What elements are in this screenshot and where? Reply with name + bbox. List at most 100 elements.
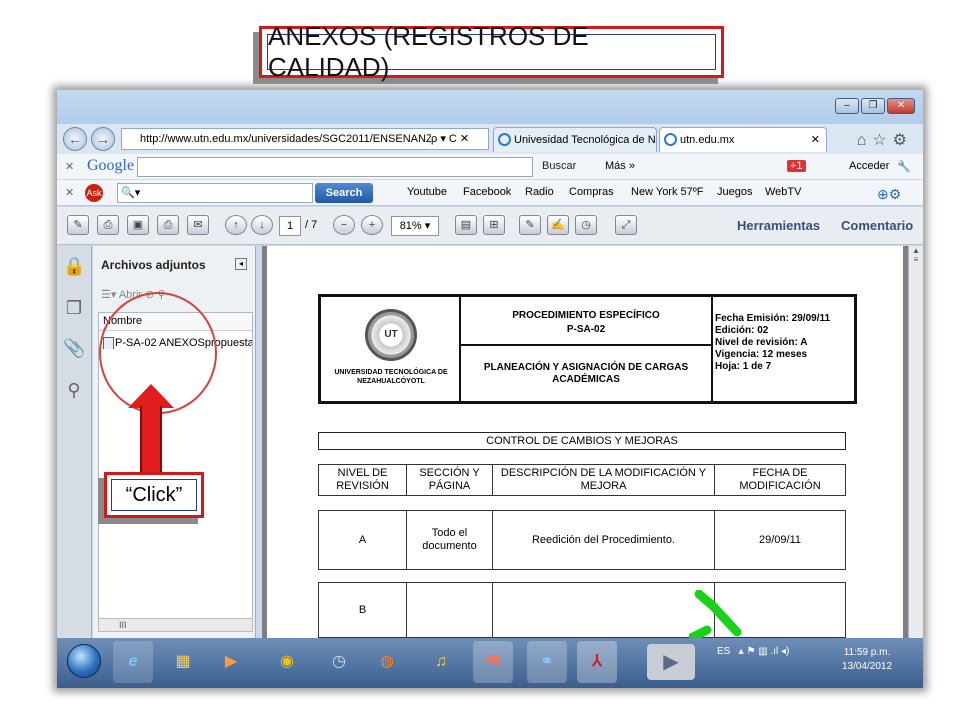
close-toolbar-icon[interactable]: ✕ xyxy=(65,160,74,173)
taskbar-clock[interactable]: 11:59 p.m. 13/04/2012 xyxy=(827,646,907,674)
comment-button[interactable]: Comentario xyxy=(841,218,913,233)
tools-button[interactable]: Herramientas xyxy=(737,218,820,233)
pages-icon[interactable]: ❐ xyxy=(63,298,85,320)
language-indicator[interactable]: ES xyxy=(717,646,730,657)
changes-table-title: CONTROL DE CAMBIOS Y MEJORAS xyxy=(318,432,846,450)
network-taskbar-icon[interactable]: ⚭ xyxy=(527,641,567,683)
weather-link[interactable]: New York 57ºF xyxy=(631,186,704,198)
radio-link[interactable]: Radio xyxy=(525,186,554,198)
options-icon[interactable]: ☰▾ xyxy=(101,289,116,301)
play-button-icon[interactable]: ▶ xyxy=(647,644,695,680)
next-page-icon[interactable]: ↓ xyxy=(251,215,273,235)
arrow-shaft xyxy=(140,406,162,474)
reader-nav-pane: 🔒 ❐ 📎 ⚲ xyxy=(57,246,92,638)
close-icon[interactable]: ✕ xyxy=(887,98,915,114)
click-callout: “Click” xyxy=(104,472,204,518)
procedure-name: PLANEACIÓN Y ASIGNACIÓN DE CARGAS ACADÉM… xyxy=(461,346,713,401)
table-row: A Todo el documento Reedición del Proced… xyxy=(318,510,846,570)
juegos-link[interactable]: Juegos xyxy=(717,186,752,198)
presentation-taskbar-icon[interactable]: ▤ xyxy=(473,641,513,683)
ask-toolbar: ✕ Ask 🔍▾ Search Youtube Facebook Radio C… xyxy=(57,180,923,206)
ask-logo-icon: Ask xyxy=(85,184,103,202)
ask-search-input[interactable]: 🔍▾ xyxy=(117,183,313,203)
ask-search-button[interactable]: Search xyxy=(315,183,373,203)
document-page: UT UNIVERSIDAD TECNOLÓGICA DE NEZAHUALCÓ… xyxy=(267,246,903,638)
arrow-up-icon xyxy=(128,384,174,408)
attachments-header: Archivos adjuntos xyxy=(101,258,206,272)
fit-page-icon[interactable]: ▤ xyxy=(455,215,477,235)
start-orb-icon[interactable] xyxy=(67,644,101,678)
paperclip-icon[interactable]: 📎 xyxy=(63,338,85,360)
address-row: ← → http://www.utn.edu.mx/universidades/… xyxy=(57,124,923,154)
slide-title-box: ANEXOS (REGISTROS DE CALIDAD) xyxy=(259,21,724,82)
email-icon[interactable]: ✉ xyxy=(187,215,209,235)
page-total: / 7 xyxy=(305,219,318,231)
acrobat-taskbar-icon[interactable]: ⅄ xyxy=(577,641,617,683)
mp3-taskbar-icon[interactable]: ♫ xyxy=(421,641,461,683)
back-icon[interactable]: ← xyxy=(63,127,87,151)
ie-icon xyxy=(498,133,511,146)
procedure-header-table: UT UNIVERSIDAD TECNOLÓGICA DE NEZAHUALCÓ… xyxy=(318,294,857,404)
zoom-in-icon[interactable]: + xyxy=(361,215,383,235)
click-callout-text: “Click” xyxy=(111,479,197,511)
page-number-input[interactable]: 1 xyxy=(279,216,301,236)
close-toolbar-icon[interactable]: ✕ xyxy=(65,186,74,199)
prev-page-icon[interactable]: ↑ xyxy=(225,215,247,235)
open-icon[interactable]: ⎙ xyxy=(97,215,119,235)
university-logo: UT UNIVERSIDAD TECNOLÓGICA DE NEZAHUALCÓ… xyxy=(321,297,461,401)
procedure-meta: Fecha Emisión: 29/09/11 Edición: 02 Nive… xyxy=(715,313,831,372)
facebook-link[interactable]: Facebook xyxy=(463,186,511,198)
reader-toolbar: ✎ ⎙ ▣ ⎙ ✉ ↑ ↓ 1 / 7 − + 81% ▾ ▤ ⊞ ✎ ✍ ◷ … xyxy=(57,207,923,245)
procedure-title-cell: PROCEDIMIENTO ESPECÍFICO P-SA-02 xyxy=(461,297,713,346)
binoculars-icon[interactable]: ⚲ xyxy=(63,380,85,402)
print-icon[interactable]: ⎙ xyxy=(157,215,179,235)
webtv-link[interactable]: WebTV xyxy=(765,186,801,198)
maximize-icon[interactable]: ❐ xyxy=(861,98,885,114)
url-controls[interactable]: ρ ▾ C ✕ xyxy=(431,132,487,145)
firefox-taskbar-icon[interactable]: ◍ xyxy=(367,641,407,683)
url-text: http://www.utn.edu.mx/universidades/SGC2… xyxy=(140,133,453,145)
sign-icon[interactable]: ✍ xyxy=(547,215,569,235)
changes-table-header: NIVEL DE REVISIÓN SECCIÓN Y PÁGINA DESCR… xyxy=(318,464,846,496)
slide-title: ANEXOS (REGISTROS DE CALIDAD) xyxy=(267,21,716,82)
horizontal-scrollbar[interactable]: III xyxy=(98,618,253,632)
ie-icon xyxy=(664,133,677,146)
vertical-scrollbar[interactable]: ▲ ≡ xyxy=(908,246,923,638)
google-logo: Google xyxy=(87,157,135,174)
ask-settings-icons[interactable]: ⊕⚙ xyxy=(877,186,901,203)
more-menu[interactable]: Más » xyxy=(605,160,635,172)
signin-button[interactable]: Acceder xyxy=(849,160,889,172)
minimize-icon[interactable]: – xyxy=(835,98,859,114)
document-area: UT UNIVERSIDAD TECNOLÓGICA DE NEZAHUALCÓ… xyxy=(262,246,908,638)
zoom-out-icon[interactable]: − xyxy=(333,215,355,235)
plus-one-button[interactable]: +1 xyxy=(787,160,806,172)
create-icon[interactable]: ✎ xyxy=(67,215,89,235)
google-search-button[interactable]: Buscar xyxy=(542,160,576,172)
clock-app-taskbar-icon[interactable]: ◷ xyxy=(319,641,359,683)
google-toolbar: ✕ Google Buscar Más » +1 Acceder 🔧 xyxy=(57,154,923,180)
forward-icon[interactable]: → xyxy=(91,127,115,151)
youtube-link[interactable]: Youtube xyxy=(407,186,447,198)
tab-utn-university[interactable]: Univesidad Tecnológica de Ne... xyxy=(493,127,657,152)
zoom-select[interactable]: 81% ▾ xyxy=(391,216,439,236)
edit-icon[interactable]: ✎ xyxy=(519,215,541,235)
home-star-gear-icons[interactable]: ⌂☆⚙ xyxy=(857,130,913,150)
media-taskbar-icon[interactable]: ▶ xyxy=(211,641,251,683)
fullscreen-icon[interactable]: ⤢ xyxy=(615,215,637,235)
chrome-taskbar-icon[interactable]: ◉ xyxy=(267,641,307,683)
google-search-input[interactable] xyxy=(137,157,533,177)
compras-link[interactable]: Compras xyxy=(569,186,614,198)
history-icon[interactable]: ◷ xyxy=(575,215,597,235)
tray-icons[interactable]: ▴ ⚑ ▥ .ıl ◂) xyxy=(733,646,790,657)
university-seal-icon: UT xyxy=(365,309,417,361)
collapse-panel-icon[interactable]: ◂ xyxy=(235,258,247,270)
tab-utn-edu[interactable]: utn.edu.mx ✕ xyxy=(659,127,827,152)
explorer-taskbar-icon[interactable]: ▦ xyxy=(163,641,203,683)
wrench-icon[interactable]: 🔧 xyxy=(897,160,911,173)
table-row: B xyxy=(318,582,846,638)
tab-close-icon[interactable]: ✕ xyxy=(811,128,820,152)
save-icon[interactable]: ▣ xyxy=(127,215,149,235)
fit-width-icon[interactable]: ⊞ xyxy=(483,215,505,235)
ie-taskbar-icon[interactable]: e xyxy=(113,641,153,683)
lock-icon[interactable]: 🔒 xyxy=(63,256,85,278)
